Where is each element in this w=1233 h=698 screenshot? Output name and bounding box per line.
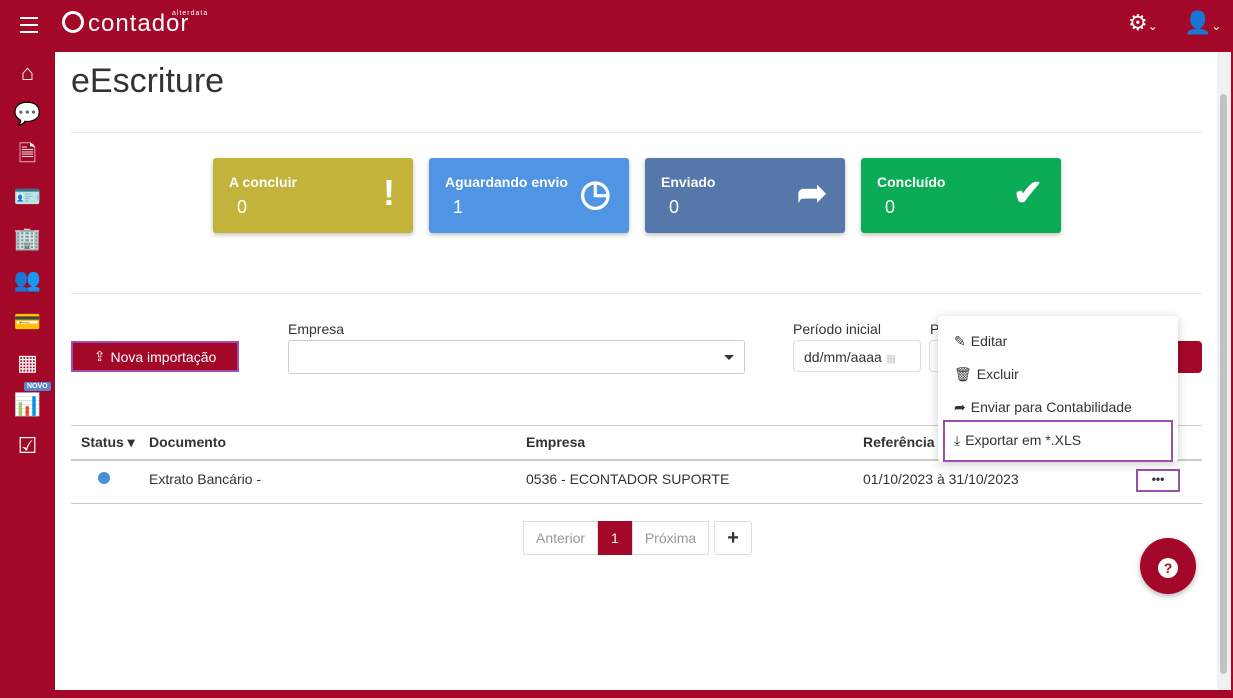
share-icon: ➦ (796, 172, 827, 213)
document-icon[interactable]: 🗎 (0, 135, 55, 177)
table-row: Extrato Bancário -0536 - ECONTADOR SUPOR… (71, 459, 1202, 504)
chat-icon[interactable]: 💬 (0, 94, 55, 136)
building-icon[interactable]: 🏢 (0, 218, 55, 260)
menu-item-enviar[interactable]: ➦ Enviar para Contabilidade (954, 399, 1132, 416)
card-value: 0 (237, 197, 248, 217)
cell-empresa: 0536 - ECONTADOR SUPORTE (516, 459, 853, 504)
next-page-button[interactable]: Próxima (631, 521, 710, 555)
cell-documento: Extrato Bancário - (139, 459, 516, 504)
page-title: eEscriture (71, 62, 225, 100)
calendar-icon: ▦ (885, 353, 897, 365)
prev-page-button[interactable]: Anterior (523, 521, 599, 555)
divider (71, 132, 1202, 133)
card-value: 0 (885, 197, 896, 217)
menu-toggle-icon[interactable] (20, 17, 38, 38)
calculator-icon[interactable]: ▦ (0, 343, 55, 385)
col-empresa: Empresa (516, 425, 853, 461)
nova-importacao-button[interactable]: ⇪ Nova importação (71, 341, 239, 372)
empresa-label: Empresa (288, 321, 345, 337)
empresa-select[interactable] (288, 340, 745, 374)
exclamation-icon: ! (383, 172, 395, 213)
date-placeholder: dd/mm/aaaa (804, 349, 882, 365)
card-value: 1 (453, 197, 464, 217)
card-concluido[interactable]: Concluído 0 ✔ (861, 158, 1061, 233)
question-icon: ? (1158, 558, 1178, 578)
settings-icon[interactable]: ⚙⌄ (1128, 10, 1158, 36)
button-label: Nova importação (110, 348, 217, 365)
card-label: Concluído (877, 174, 946, 190)
card-label: Aguardando envio (445, 174, 568, 190)
row-actions-menu: ✎ Editar 🗑 Excluir ➦ Enviar para Contabilid… (938, 316, 1178, 462)
card-label: A concluir (229, 174, 297, 190)
row-actions-button[interactable]: ••• (1136, 469, 1180, 492)
card-value: 0 (669, 197, 680, 217)
users-icon[interactable]: 👥 (0, 260, 55, 302)
clock-icon (98, 471, 110, 484)
add-button[interactable]: + (714, 521, 752, 555)
download-icon: ⤓ (954, 432, 961, 448)
edit-icon: ✎ (954, 333, 966, 349)
main-content: eEscriture A concluir 0! Aguardando envio… (55, 52, 1217, 690)
card-aguardando-envio[interactable]: Aguardando envio 1 ◷ (429, 158, 629, 233)
upload-icon: ⇪ (93, 348, 106, 364)
divider (71, 293, 1202, 294)
credit-card-icon[interactable]: 💳 (0, 301, 55, 343)
col-status[interactable]: Status ▾ (71, 425, 139, 461)
clock-icon: ◷ (579, 172, 611, 213)
logo[interactable]: contador alterdata (62, 10, 207, 38)
col-documento: Documento (139, 425, 516, 461)
scrollbar[interactable] (1217, 52, 1231, 690)
pagination: Anterior 1 Próxima + (523, 521, 752, 555)
chart-icon[interactable]: NOVO 📊 (0, 382, 55, 426)
user-icon[interactable]: 👤⌄ (1184, 10, 1221, 36)
novo-badge: NOVO (24, 382, 51, 391)
trash-icon: 🗑 (954, 366, 972, 382)
home-icon[interactable]: ⌂ (0, 52, 55, 94)
id-card-icon[interactable]: 🪪 (0, 177, 55, 219)
menu-item-excluir[interactable]: 🗑 Excluir (954, 366, 1019, 383)
sidebar: ⌂ 💬 🗎 🪪 🏢 👥 💳 ▦ NOVO 📊 ☑ (0, 52, 55, 698)
share-icon: ➦ (954, 399, 966, 415)
menu-item-exportar-xls[interactable]: ⤓ Exportar em *.XLS (954, 432, 1081, 449)
card-label: Enviado (661, 174, 716, 190)
logo-sub: alterdata (172, 10, 209, 17)
checklist-icon[interactable]: ☑ (0, 426, 55, 468)
card-a-concluir[interactable]: A concluir 0! (213, 158, 413, 233)
check-icon: ✔ (1012, 172, 1043, 213)
page-1-button[interactable]: 1 (598, 521, 632, 555)
help-button[interactable]: ? (1140, 538, 1196, 594)
card-enviado[interactable]: Enviado 0 ➦ (645, 158, 845, 233)
periodo-inicial-label: Período inicial (793, 321, 881, 337)
top-bar: contador alterdata ⚙⌄ 👤⌄ (0, 0, 1233, 52)
menu-item-editar[interactable]: ✎ Editar (954, 333, 1007, 350)
periodo-inicial-input[interactable]: dd/mm/aaaa ▦ (793, 340, 921, 372)
